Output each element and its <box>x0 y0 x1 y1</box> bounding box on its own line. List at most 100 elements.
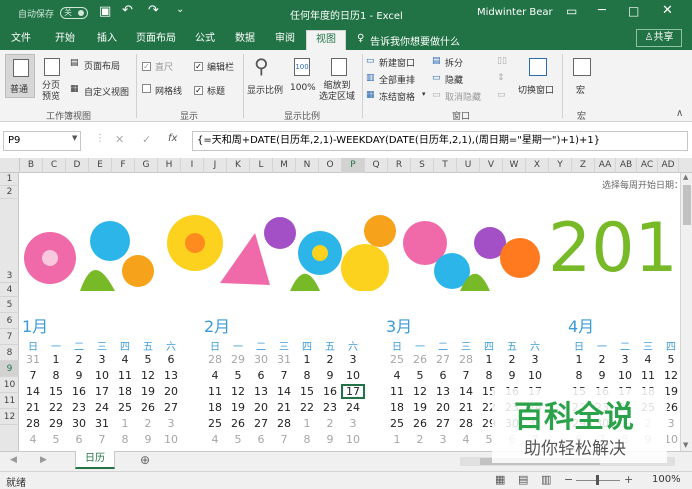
page-layout-button[interactable]: ▤ 页面布局 <box>70 58 130 72</box>
day-cell[interactable]: 6 <box>250 369 272 382</box>
day-cell[interactable]: 4 <box>204 433 226 446</box>
day-cell[interactable]: 8 <box>478 369 500 382</box>
day-cell[interactable]: 12 <box>660 369 680 382</box>
day-cell[interactable]: 14 <box>22 385 44 398</box>
day-cell[interactable]: 11 <box>637 369 659 382</box>
page-break-preview-button[interactable]: 分页 预览 <box>38 54 66 104</box>
vertical-scrollbar[interactable]: ▲ ▼ <box>680 173 692 451</box>
tab-insert[interactable]: 插入 <box>90 30 124 50</box>
column-header-AB[interactable]: AB <box>616 158 637 173</box>
column-header-F[interactable]: F <box>112 158 135 173</box>
row-header-3[interactable]: 3 <box>0 199 19 283</box>
enter-icon[interactable]: ✓ <box>142 133 151 146</box>
day-cell[interactable]: 29 <box>227 353 249 366</box>
tab-formulas[interactable]: 公式 <box>188 30 222 50</box>
day-cell[interactable]: 27 <box>160 401 182 414</box>
day-cell[interactable]: 19 <box>227 401 249 414</box>
column-header-V[interactable]: V <box>480 158 503 173</box>
day-cell[interactable]: 5 <box>137 353 159 366</box>
day-cell[interactable]: 5 <box>45 433 67 446</box>
add-sheet-icon[interactable]: ⊕ <box>140 453 150 467</box>
freeze-panes-button[interactable]: ▦ 冻结窗格 ▾ <box>366 90 428 103</box>
select-all-button[interactable] <box>0 158 20 173</box>
day-cell[interactable]: 2 <box>319 353 341 366</box>
day-cell[interactable]: 25 <box>386 417 408 430</box>
name-box-dropdown-icon[interactable]: ▼ <box>72 134 77 142</box>
column-header-B[interactable]: B <box>20 158 43 173</box>
row-header-6[interactable]: 6 <box>0 313 19 329</box>
reset-position-icon[interactable]: ▭ <box>497 90 506 100</box>
switch-windows-button[interactable]: 切换窗口 <box>516 54 560 104</box>
day-cell[interactable]: 4 <box>637 353 659 366</box>
tab-review[interactable]: 审阅 <box>268 30 302 50</box>
day-cell[interactable]: 4 <box>386 369 408 382</box>
day-cell[interactable]: 2 <box>319 417 341 430</box>
new-window-button[interactable]: ▭ 新建窗口 <box>366 56 428 69</box>
day-cell[interactable]: 25 <box>114 401 136 414</box>
day-cell[interactable]: 18 <box>386 401 408 414</box>
share-button[interactable]: ♙共享 <box>636 29 682 47</box>
tab-page-layout[interactable]: 页面布局 <box>132 30 180 50</box>
day-cell[interactable]: 8 <box>114 433 136 446</box>
user-name[interactable]: Midwinter Bear <box>477 7 553 18</box>
day-cell[interactable]: 5 <box>227 433 249 446</box>
day-cell[interactable]: 10 <box>524 369 546 382</box>
headings-checkbox[interactable]: ✓ 标题 <box>194 84 239 97</box>
day-cell[interactable]: 9 <box>501 369 523 382</box>
tab-view[interactable]: 视图 <box>306 30 346 50</box>
day-cell[interactable]: 5 <box>660 353 680 366</box>
scroll-up-icon[interactable]: ▲ <box>683 173 688 181</box>
zoom-selection-button[interactable]: 缩放到 选定区域 <box>318 54 360 104</box>
column-header-H[interactable]: H <box>158 158 181 173</box>
row-header-7[interactable]: 7 <box>0 329 19 345</box>
row-header-11[interactable]: 11 <box>0 393 19 409</box>
redo-icon[interactable]: ↷ <box>148 3 159 18</box>
zoom-out-icon[interactable]: − <box>564 473 573 486</box>
day-cell[interactable]: 23 <box>68 401 90 414</box>
day-cell[interactable]: 10 <box>160 433 182 446</box>
day-cell[interactable]: 10 <box>91 369 113 382</box>
day-cell[interactable]: 28 <box>273 417 295 430</box>
day-cell[interactable]: 23 <box>319 401 341 414</box>
day-cell[interactable]: 25 <box>386 353 408 366</box>
arrange-all-button[interactable]: ▥ 全部重排 <box>366 73 428 86</box>
day-cell[interactable]: 24 <box>342 401 364 414</box>
day-cell[interactable]: 6 <box>432 369 454 382</box>
day-cell[interactable]: 18 <box>204 401 226 414</box>
macros-button[interactable]: 宏 <box>568 54 596 104</box>
column-header-P[interactable]: P <box>342 158 365 173</box>
day-cell[interactable]: 3 <box>614 353 636 366</box>
day-cell[interactable]: 10 <box>342 369 364 382</box>
day-cell[interactable]: 1 <box>478 353 500 366</box>
zoom-100-button[interactable]: 100 100% <box>289 54 317 104</box>
tab-data[interactable]: 数据 <box>228 30 262 50</box>
day-cell[interactable]: 31 <box>22 353 44 366</box>
day-cell[interactable]: 11 <box>204 385 226 398</box>
day-cell[interactable]: 2 <box>409 433 431 446</box>
selected-cell[interactable]: 17 <box>341 384 365 399</box>
next-sheet-icon[interactable]: ▶ <box>40 455 47 465</box>
day-cell[interactable]: 10 <box>342 433 364 446</box>
tab-file[interactable]: 文件 <box>4 30 38 50</box>
day-cell[interactable]: 16 <box>319 385 341 398</box>
scroll-thumb[interactable] <box>683 185 691 225</box>
day-cell[interactable]: 11 <box>386 385 408 398</box>
row-header-12[interactable]: 12 <box>0 409 19 425</box>
gridlines-checkbox[interactable]: 网格线 <box>142 84 192 97</box>
day-cell[interactable]: 11 <box>114 369 136 382</box>
column-header-G[interactable]: G <box>135 158 158 173</box>
column-header-S[interactable]: S <box>411 158 434 173</box>
undo-icon[interactable]: ↶ <box>122 3 133 18</box>
column-header-R[interactable]: R <box>388 158 411 173</box>
day-cell[interactable]: 18 <box>114 385 136 398</box>
day-cell[interactable]: 9 <box>591 369 613 382</box>
day-cell[interactable]: 28 <box>455 353 477 366</box>
day-cell[interactable]: 28 <box>204 353 226 366</box>
column-header-Z[interactable]: Z <box>572 158 595 173</box>
formula-input[interactable]: {=天和周+DATE(日历年,2,1)-WEEKDAY(DATE(日历年,2,1… <box>192 131 688 151</box>
day-cell[interactable]: 6 <box>160 353 182 366</box>
day-cell[interactable]: 3 <box>91 353 113 366</box>
day-cell[interactable]: 30 <box>68 417 90 430</box>
column-header-W[interactable]: W <box>503 158 526 173</box>
column-header-E[interactable]: E <box>89 158 112 173</box>
